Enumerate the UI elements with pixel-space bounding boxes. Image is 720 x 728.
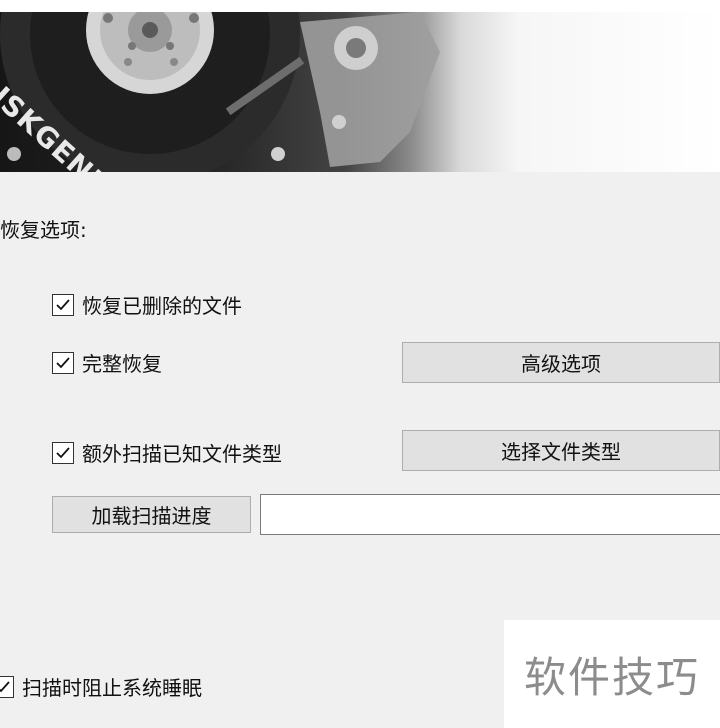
extra-scan-known-types-label: 额外扫描已知文件类型	[82, 442, 282, 466]
prevent-sleep-label: 扫描时阻止系统睡眠	[22, 676, 202, 700]
prevent-sleep-option[interactable]: 扫描时阻止系统睡眠	[0, 672, 202, 701]
extra-scan-known-types-checkbox[interactable]	[52, 441, 74, 464]
scan-progress-path-field[interactable]	[260, 494, 720, 535]
recover-deleted-files-label: 恢复已删除的文件	[82, 294, 242, 318]
recover-deleted-files-checkbox[interactable]	[52, 293, 74, 316]
full-recovery-checkbox[interactable]	[52, 351, 74, 374]
diskgenius-banner: DISKGENIUS	[0, 12, 720, 172]
checkmark-icon	[0, 680, 10, 692]
recover-deleted-files-option[interactable]: 恢复已删除的文件	[52, 290, 242, 319]
hard-disk-illustration	[0, 12, 440, 172]
select-file-types-button[interactable]: 选择文件类型	[402, 430, 720, 471]
full-recovery-option[interactable]: 完整恢复	[52, 348, 162, 377]
watermark-text: 软件技巧	[523, 652, 700, 702]
checkmark-icon	[56, 298, 70, 310]
watermark: 软件技巧	[504, 620, 720, 728]
checkmark-icon	[56, 356, 70, 368]
recovery-options-label: 恢复选项:	[0, 218, 87, 242]
advanced-options-button[interactable]: 高级选项	[402, 342, 720, 383]
load-scan-progress-button[interactable]: 加载扫描进度	[52, 496, 251, 533]
extra-scan-known-types-option[interactable]: 额外扫描已知文件类型	[52, 438, 282, 467]
checkmark-icon	[56, 446, 70, 458]
top-edge	[0, 0, 720, 12]
full-recovery-label: 完整恢复	[82, 352, 162, 376]
prevent-sleep-checkbox[interactable]	[0, 675, 14, 698]
